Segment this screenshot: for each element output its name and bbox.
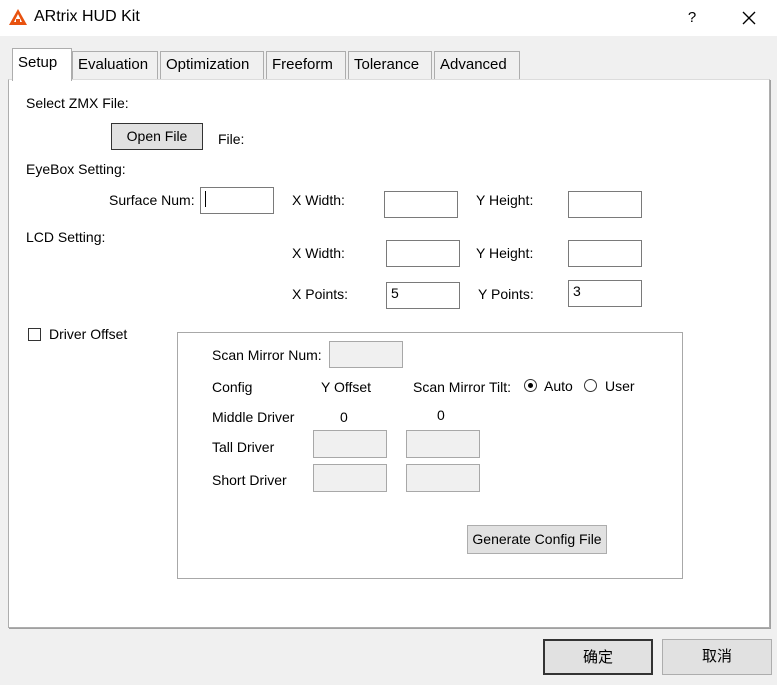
generate-config-file-button[interactable]: Generate Config File [467,525,607,554]
text-caret [205,191,206,207]
radio-selected-dot [528,383,533,388]
middle-driver-y-offset: 0 [340,409,348,425]
lcd-y-height-input[interactable] [568,240,642,267]
middle-driver-label: Middle Driver [212,409,295,425]
short-driver-y-offset-input[interactable] [313,464,387,492]
short-driver-label: Short Driver [212,472,287,488]
eyebox-setting-label: EyeBox Setting: [26,161,126,177]
tilt-user-radio[interactable] [584,379,597,392]
y-points-input[interactable]: 3 [568,280,642,307]
tab-optimization[interactable]: Optimization [160,51,264,79]
ok-button[interactable]: 确定 [543,639,653,675]
open-file-button[interactable]: Open File [111,123,203,150]
tab-setup[interactable]: Setup [12,48,72,81]
eyebox-x-width-input[interactable] [384,191,458,218]
tab-tolerance[interactable]: Tolerance [348,51,432,79]
surface-num-label: Surface Num: [109,192,195,208]
tilt-user-label: User [605,378,635,394]
tab-evaluation[interactable]: Evaluation [72,51,158,79]
window-title: ARtrix HUD Kit [34,8,140,25]
middle-driver-tilt: 0 [437,407,445,423]
close-icon[interactable] [735,4,763,32]
lcd-y-height-label: Y Height: [476,245,534,261]
tall-driver-y-offset-input[interactable] [313,430,387,458]
scan-mirror-tilt-label: Scan Mirror Tilt: [413,379,512,395]
eyebox-y-height-input[interactable] [568,191,642,218]
short-driver-tilt-input[interactable] [406,464,480,492]
driver-offset-checkbox[interactable] [28,328,41,341]
tall-driver-label: Tall Driver [212,439,275,455]
y-offset-label: Y Offset [321,379,372,395]
config-label: Config [212,379,253,395]
x-points-input[interactable]: 5 [386,282,460,309]
lcd-setting-label: LCD Setting: [26,229,106,245]
surface-num-input[interactable] [200,187,274,214]
eyebox-x-width-label: X Width: [292,192,345,208]
eyebox-y-height-label: Y Height: [476,192,534,208]
scan-mirror-num-input[interactable] [329,341,403,368]
tab-freeform[interactable]: Freeform [266,51,346,79]
tilt-auto-label: Auto [544,378,573,394]
lcd-x-width-input[interactable] [386,240,460,267]
cancel-button[interactable]: 取消 [662,639,772,675]
file-label: File: [218,131,245,147]
tab-advanced[interactable]: Advanced [434,51,520,79]
y-points-label: Y Points: [478,286,534,302]
lcd-x-width-label: X Width: [292,245,345,261]
help-button[interactable]: ? [678,4,706,32]
scan-mirror-num-label: Scan Mirror Num: [212,347,322,363]
select-zmx-label: Select ZMX File: [26,95,129,111]
tall-driver-tilt-input[interactable] [406,430,480,458]
setup-panel: Select ZMX File: Open File File: EyeBox … [8,79,770,628]
artrix-app-icon [9,9,27,25]
driver-offset-label: Driver Offset [49,326,128,342]
x-points-label: X Points: [292,286,349,302]
tilt-auto-radio[interactable] [524,379,537,392]
driver-offset-group: Scan Mirror Num: Config Y Offset Scan Mi… [177,332,683,579]
